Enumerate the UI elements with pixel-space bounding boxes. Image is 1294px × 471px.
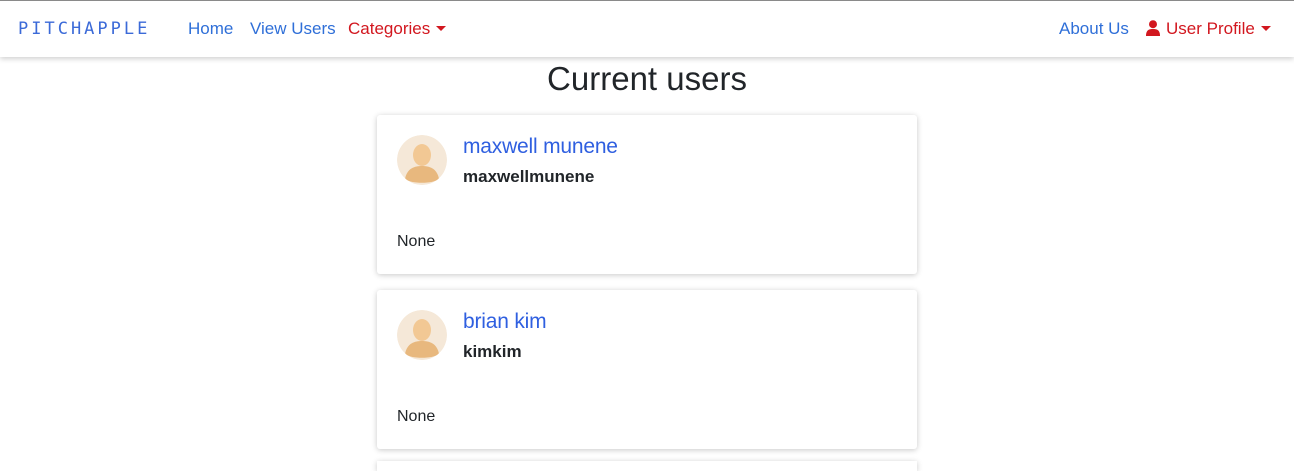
user-bio: None	[397, 408, 436, 425]
user-icon	[1146, 20, 1160, 41]
nav-user-profile-label: User Profile	[1166, 19, 1255, 38]
nav-view-users[interactable]: View Users	[250, 19, 336, 39]
caret-down-icon	[436, 26, 447, 31]
nav-about-us[interactable]: About Us	[1059, 19, 1129, 39]
avatar	[397, 310, 447, 360]
page-title: Current users	[547, 60, 747, 97]
user-card-partial	[377, 461, 917, 471]
user-bio: None	[397, 233, 436, 250]
navbar: PITCHAPPLE Home View Users Categories Ab…	[0, 0, 1294, 57]
caret-down-icon	[1260, 26, 1271, 31]
user-name-link[interactable]: brian kim	[463, 310, 547, 334]
nav-user-profile-dropdown[interactable]: User Profile	[1146, 19, 1271, 41]
brand-text: PITCHAPPLE	[18, 19, 151, 39]
avatar	[397, 135, 447, 185]
username: kimkim	[463, 342, 522, 361]
nav-home[interactable]: Home	[188, 19, 233, 39]
nav-categories-dropdown[interactable]: Categories	[348, 19, 447, 39]
nav-categories-label: Categories	[348, 19, 431, 38]
brand-logo[interactable]: PITCHAPPLE	[18, 19, 150, 39]
user-name-link[interactable]: maxwell munene	[463, 135, 618, 159]
user-card: brian kim kimkim None	[377, 290, 917, 449]
username: maxwellmunene	[463, 167, 595, 186]
user-card: maxwell munene maxwellmunene None	[377, 115, 917, 274]
